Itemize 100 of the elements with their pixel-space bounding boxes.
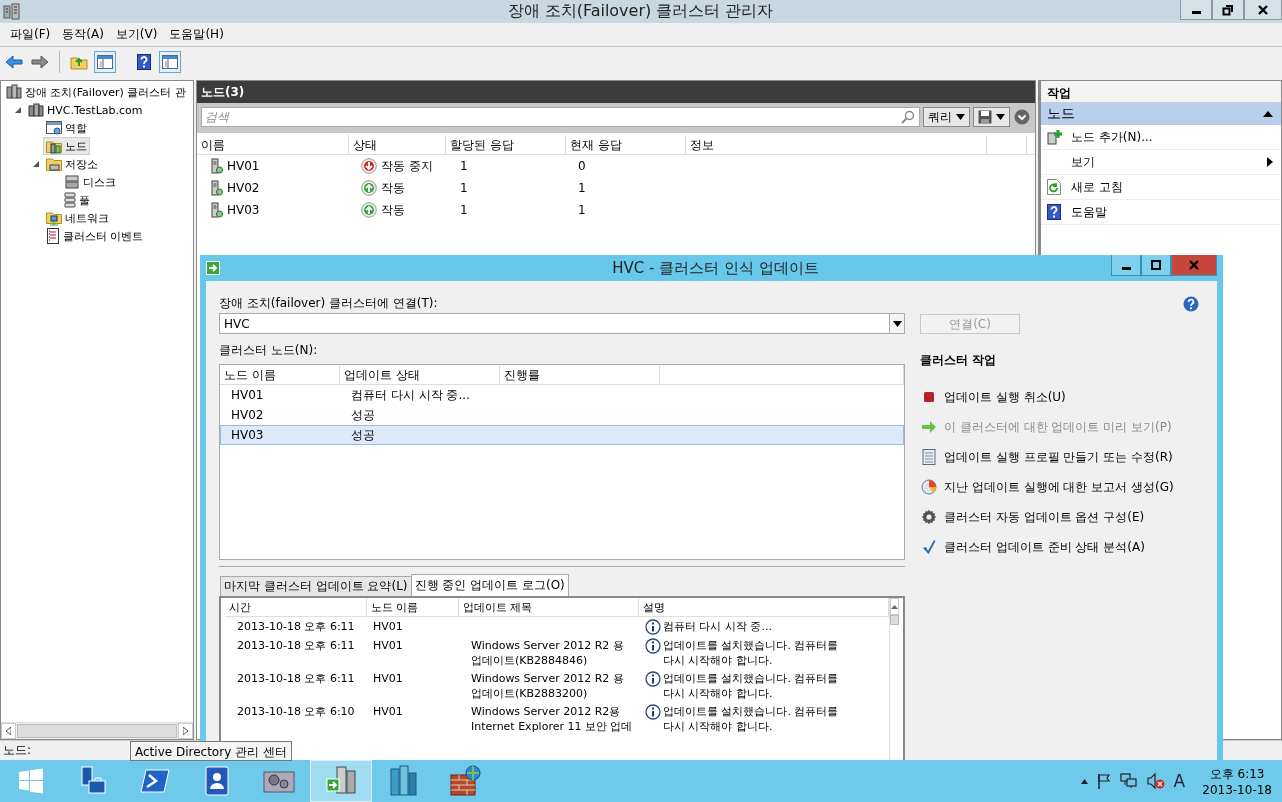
caret-icon — [956, 114, 965, 120]
field-label: 클러스터 노드(N): — [219, 342, 319, 359]
table-cell-text: HV01 — [372, 619, 404, 635]
taskbar-button[interactable] — [310, 760, 372, 802]
tree-item[interactable]: HVC.TestLab.com — [25, 101, 146, 119]
field-label: 장애 조치(failover) 클러스터에 연결(T): — [219, 295, 438, 312]
column-header[interactable]: 상태 — [349, 135, 446, 154]
scrollbar-thumb[interactable] — [890, 615, 899, 625]
tree-item[interactable]: 저장소 — [43, 155, 101, 173]
input-method-indicator[interactable]: A — [1173, 771, 1186, 791]
column-header[interactable]: 현재 응답 — [566, 135, 686, 154]
cluster-dropdown[interactable]: HVC — [219, 313, 905, 334]
table-cell: 업데이트를 설치했습니다. 컴퓨터를 다시 시작해야 합니다. — [663, 638, 839, 668]
list-row[interactable]: HV03 성공 — [220, 425, 904, 445]
network-icon[interactable] — [1119, 773, 1138, 789]
save-query-button[interactable] — [973, 107, 1010, 127]
close-icon — [1188, 259, 1200, 271]
action-item[interactable]: 새로 고침 — [1041, 175, 1281, 200]
vertical-scrollbar[interactable] — [889, 598, 899, 760]
table-cell: 컴퓨터 다시 시작 중... — [663, 619, 772, 634]
column-header[interactable]: 시간 — [225, 598, 367, 616]
action-link[interactable]: 업데이트 실행 취소(U) — [920, 382, 1204, 412]
tree-item[interactable]: 장애 조치(Failover) 클러스터 관 — [3, 83, 189, 101]
column-header[interactable]: 노드 이름 — [367, 598, 459, 616]
status-text: 노드: — [3, 742, 32, 759]
list-row[interactable]: HV02 성공 — [220, 405, 904, 425]
menu-item[interactable]: 파일(F) — [4, 26, 57, 43]
collapse-arrow-icon[interactable] — [1263, 111, 1273, 117]
table-cell-text: 2013-10-18 오후 6:11 — [236, 638, 356, 654]
info-icon — [645, 671, 661, 687]
panel-button[interactable] — [159, 51, 181, 73]
flag-icon[interactable] — [1096, 773, 1111, 789]
menu-item[interactable]: 동작(A) — [56, 26, 110, 43]
back-arrow-icon — [5, 55, 23, 69]
table-cell: 업데이트를 설치했습니다. 컴퓨터를 다시 시작해야 합니다. — [663, 704, 839, 734]
section-title: 클러스터 작업 — [920, 352, 998, 369]
tree-item[interactable]: 노드 — [43, 137, 90, 155]
section-title: 노드 — [1047, 105, 1075, 123]
close-button[interactable] — [1244, 0, 1282, 20]
search-icon[interactable] — [901, 110, 915, 124]
expand-button[interactable] — [1013, 108, 1031, 126]
scroll-left-icon[interactable] — [6, 727, 11, 735]
tree-item[interactable]: 풀 — [61, 191, 93, 209]
tree-item[interactable]: 클러스터 이벤트 — [43, 227, 147, 245]
tree-item[interactable]: 디스크 — [61, 173, 119, 191]
tab[interactable]: 진행 중인 업데이트 로그(O) — [410, 574, 569, 596]
forward-arrow-icon — [31, 55, 49, 69]
show-hidden-icons-icon[interactable] — [1080, 778, 1088, 784]
gear-icon — [921, 509, 937, 525]
scroll-right-icon[interactable] — [183, 727, 188, 735]
horizontal-scrollbar[interactable] — [1, 722, 193, 739]
minimize-button[interactable] — [1180, 0, 1212, 20]
table-cell: 0 — [578, 159, 586, 173]
column-header[interactable]: 노드 이름 — [220, 365, 340, 384]
tree-item[interactable]: 네트워크 — [43, 209, 112, 227]
action-link[interactable]: 클러스터 업데이트 준비 상태 분석(A) — [920, 532, 1204, 562]
scroll-up-icon[interactable] — [891, 604, 898, 609]
column-header[interactable]: 업데이트 제목 — [459, 598, 639, 616]
caret-icon — [892, 320, 902, 327]
query-button[interactable]: 쿼리 — [923, 107, 970, 127]
table-cell: 업데이트를 설치했습니다. 컴퓨터를 다시 시작해야 합니다. — [663, 671, 839, 701]
scrollbar-thumb[interactable] — [17, 724, 177, 738]
action-item[interactable]: 도움말 — [1041, 200, 1281, 225]
menu-item[interactable]: 보기(V) — [109, 26, 164, 43]
action-link[interactable]: 업데이트 실행 프로필 만들기 또는 수정(R) — [920, 442, 1204, 472]
panel-button[interactable] — [94, 51, 116, 73]
column-header[interactable]: 정보 — [686, 135, 987, 154]
node-name[interactable]: HV01 — [227, 159, 260, 173]
action-item[interactable]: 노드 추가(N)... — [1041, 125, 1281, 150]
maximize-button[interactable] — [1141, 255, 1171, 276]
window-icon — [46, 120, 62, 136]
column-header[interactable]: 할당된 응답 — [446, 135, 566, 154]
node-name[interactable]: HV02 — [227, 181, 260, 195]
search-field[interactable]: 검색 — [201, 107, 920, 127]
pie-chart-icon — [921, 479, 937, 495]
maximize-icon — [1150, 259, 1162, 271]
list-row[interactable]: HV01 컴퓨터 다시 시작 중... — [220, 385, 904, 405]
restore-button[interactable] — [1212, 0, 1244, 20]
column-header[interactable]: 이름 — [197, 135, 349, 154]
action-item[interactable]: 보기 — [1041, 150, 1281, 175]
speaker-muted-icon[interactable] — [1146, 773, 1165, 789]
terminal-icon — [140, 768, 170, 794]
minimize-button[interactable] — [1111, 255, 1141, 276]
section-header[interactable]: 노드 — [1041, 103, 1281, 125]
tab[interactable]: 마지막 클러스터 업데이트 요약(L) — [220, 576, 412, 596]
clock-time[interactable]: 오후 6:13 — [1209, 765, 1265, 783]
table-cell-text: HV01 — [372, 704, 404, 720]
column-header[interactable]: 진행률 — [500, 365, 660, 384]
node-name[interactable]: HV03 — [227, 203, 260, 217]
action-link[interactable]: 지난 업데이트 실행에 대한 보고서 생성(G) — [920, 472, 1204, 502]
collapse-arrow-icon[interactable] — [32, 160, 40, 168]
column-header[interactable]: 설명 — [639, 598, 889, 616]
menu-item[interactable]: 도움말(H) — [163, 26, 230, 43]
help-icon[interactable] — [1183, 296, 1199, 312]
action-link[interactable]: 클러스터 자동 업데이트 옵션 구성(E) — [920, 502, 1204, 532]
clock-date[interactable]: 2013-10-18 — [1202, 782, 1272, 797]
column-header[interactable]: 업데이트 상태 — [340, 365, 500, 384]
collapse-arrow-icon[interactable] — [14, 106, 22, 114]
caret-icon — [996, 114, 1005, 120]
tree-item[interactable]: 역할 — [43, 119, 90, 137]
